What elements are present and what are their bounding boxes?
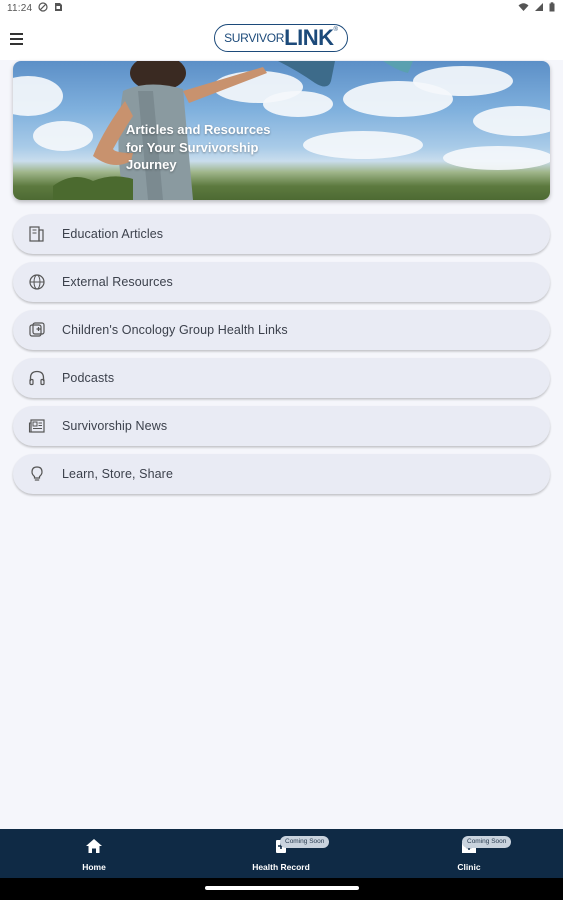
status-bar: 11:24 — [0, 0, 563, 18]
logo-text-big: LINK — [284, 25, 334, 50]
nav-clinic[interactable]: Coming Soon Clinic — [409, 829, 529, 878]
book-icon — [27, 224, 47, 244]
menu-item-label: External Resources — [62, 275, 173, 289]
resource-menu-list: Education Articles External Resources Ch… — [13, 214, 550, 502]
do-not-disturb-icon — [38, 2, 48, 12]
hero-title: Articles and Resources for Your Survivor… — [126, 122, 271, 172]
menu-item-learn-store-share[interactable]: Learn, Store, Share — [13, 454, 550, 494]
menu-item-survivorship-news[interactable]: Survivorship News — [13, 406, 550, 446]
menu-item-label: Education Articles — [62, 227, 164, 241]
nav-health-record[interactable]: Coming Soon Health Record — [221, 829, 341, 878]
survivorlink-logo: SURVIVOR LINK ® — [214, 24, 348, 52]
app-bar: SURVIVOR LINK ® — [0, 18, 563, 60]
home-icon — [86, 839, 102, 853]
nav-clinic-label: Clinic — [457, 862, 481, 872]
menu-item-label: Learn, Store, Share — [62, 467, 173, 481]
health-link-icon — [27, 320, 47, 340]
lightbulb-icon — [27, 464, 47, 484]
nav-home-label: Home — [82, 862, 106, 872]
hero-banner: Articles and Resources for Your Survivor… — [13, 61, 550, 200]
battery-icon — [549, 2, 555, 12]
menu-item-label: Survivorship News — [62, 419, 168, 433]
cell-signal-icon — [535, 3, 543, 11]
menu-item-cog-health-links[interactable]: Children's Oncology Group Health Links — [13, 310, 550, 350]
hamburger-menu-icon[interactable] — [10, 30, 30, 48]
wifi-icon — [518, 3, 529, 11]
headphones-icon — [27, 368, 47, 388]
menu-item-education-articles[interactable]: Education Articles — [13, 214, 550, 254]
coming-soon-badge: Coming Soon — [462, 836, 512, 848]
newspaper-icon — [27, 416, 47, 436]
nav-home[interactable]: Home — [34, 829, 154, 878]
logo-trademark: ® — [333, 27, 338, 33]
bottom-navigation: Home Coming Soon Health Record Coming So… — [0, 829, 563, 878]
logo-text-small: SURVIVOR — [224, 31, 285, 45]
status-time: 11:24 — [7, 3, 33, 14]
sim-card-icon — [55, 3, 62, 11]
coming-soon-badge: Coming Soon — [280, 836, 330, 848]
globe-icon — [27, 272, 47, 292]
menu-item-podcasts[interactable]: Podcasts — [13, 358, 550, 398]
nav-health-record-label: Health Record — [252, 862, 310, 872]
menu-item-label: Children's Oncology Group Health Links — [62, 323, 288, 337]
menu-item-external-resources[interactable]: External Resources — [13, 262, 550, 302]
menu-item-label: Podcasts — [62, 371, 115, 385]
home-gesture-handle[interactable] — [205, 886, 359, 890]
system-gesture-bar — [0, 878, 563, 900]
